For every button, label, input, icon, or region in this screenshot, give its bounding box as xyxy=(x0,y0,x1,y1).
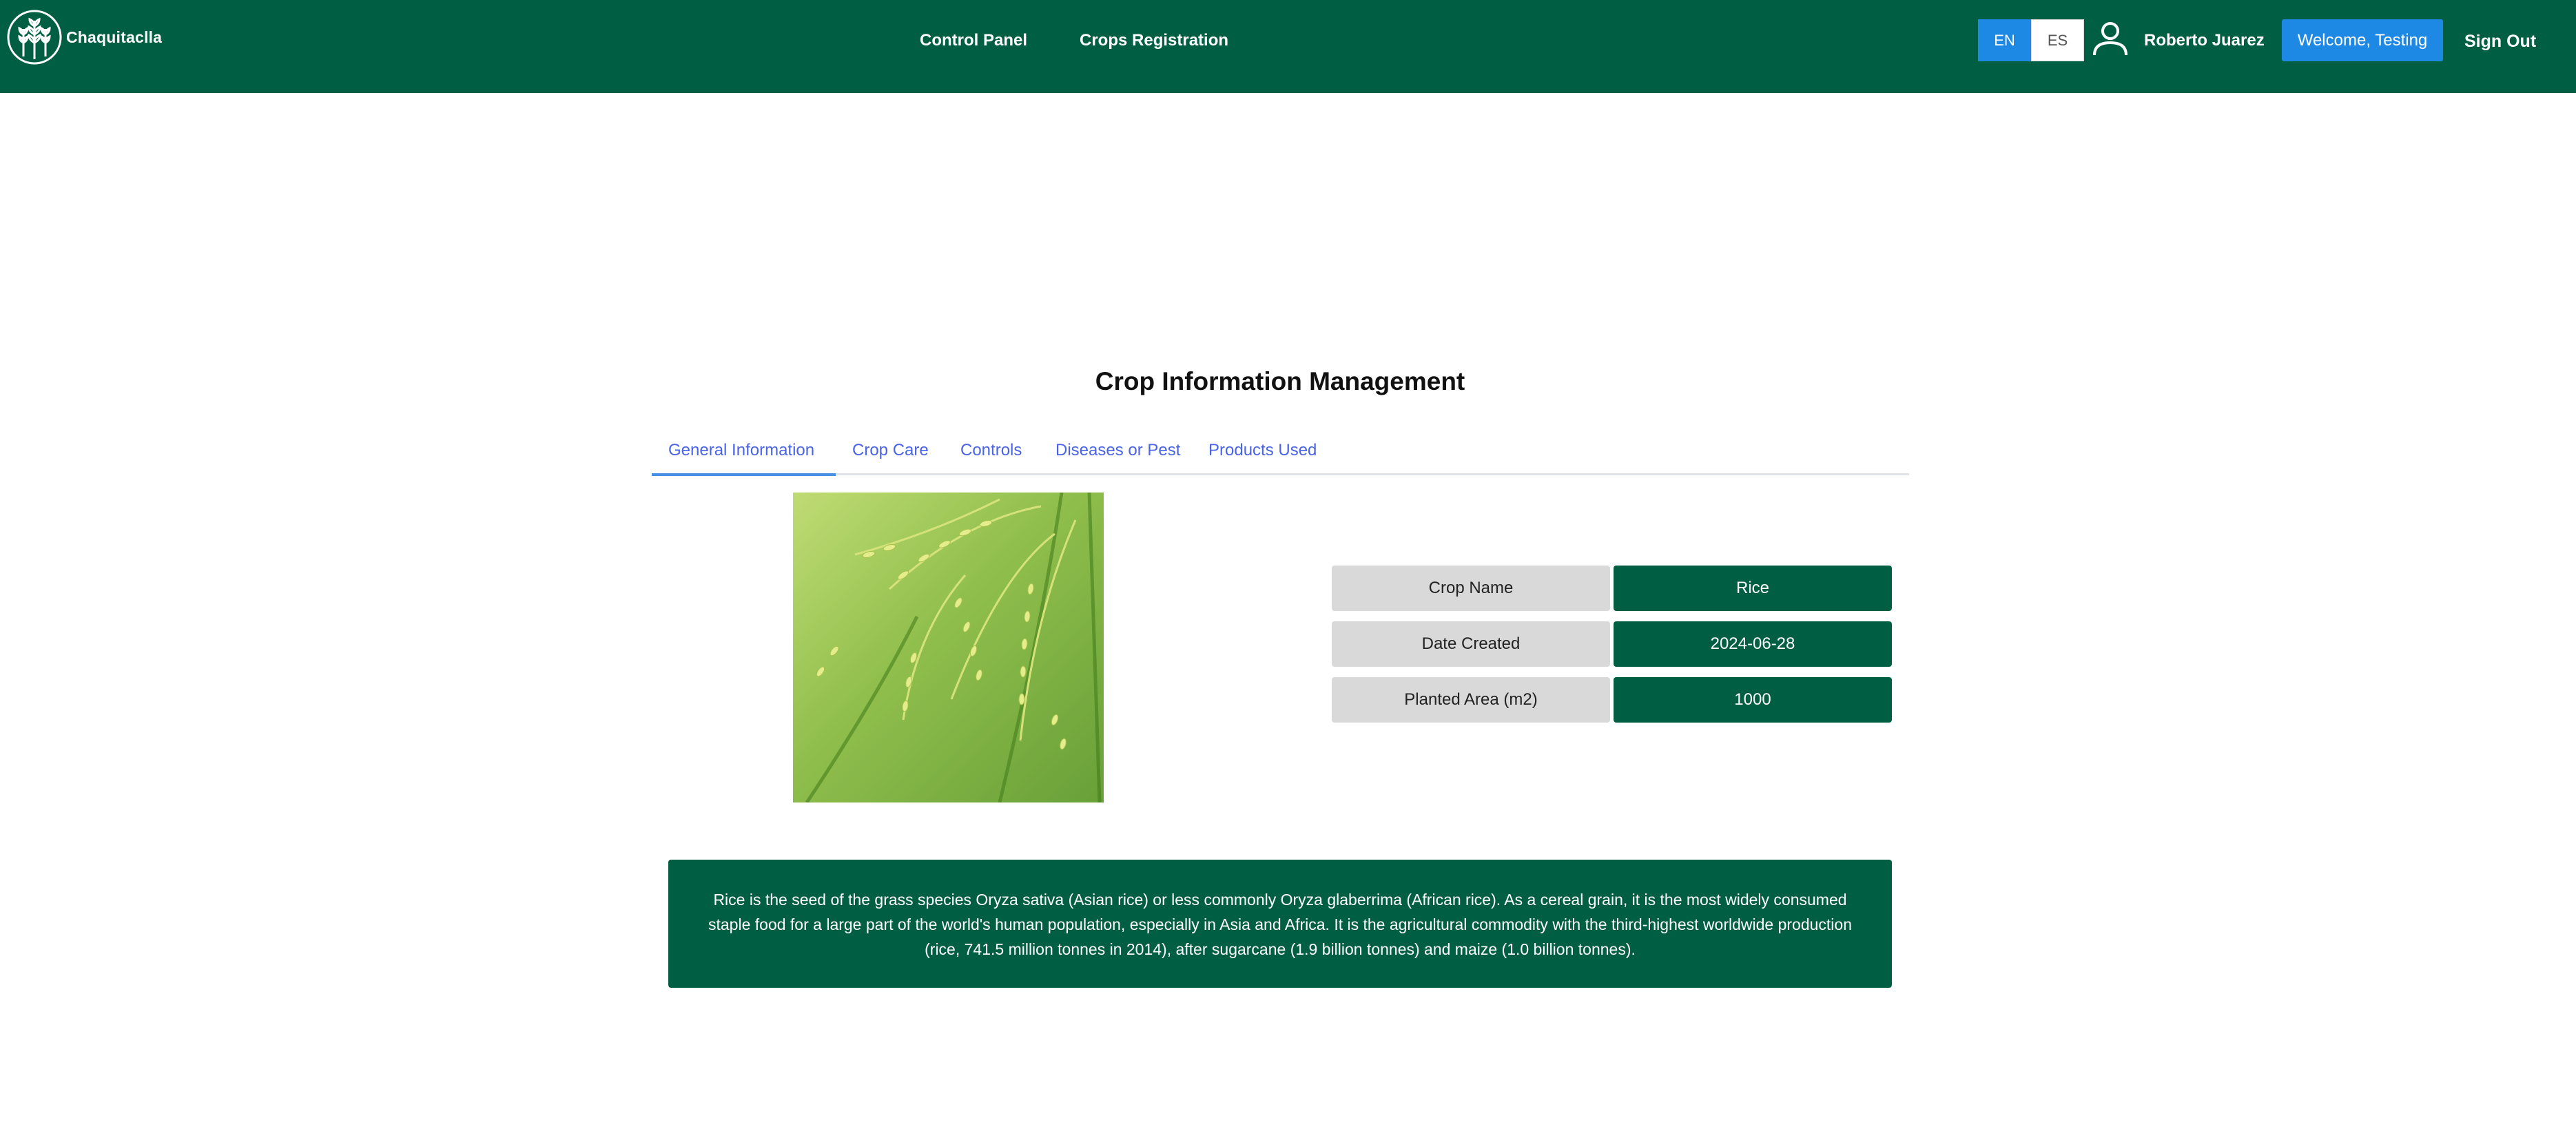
wheat-logo-icon xyxy=(6,8,63,66)
nav-control-panel[interactable]: Control Panel xyxy=(920,0,1027,81)
crop-name-value: Rice xyxy=(1614,566,1892,611)
sign-out-button[interactable]: Sign Out xyxy=(2464,0,2536,83)
lang-en-button[interactable]: EN xyxy=(1978,19,2031,61)
brand-logo[interactable]: Chaquitaclla xyxy=(6,8,162,66)
planted-area-label: Planted Area (m2) xyxy=(1332,677,1610,723)
date-created-value: 2024-06-28 xyxy=(1614,621,1892,667)
planted-area-value: 1000 xyxy=(1614,677,1892,723)
crop-image xyxy=(793,493,1104,802)
date-created-row: Date Created 2024-06-28 xyxy=(1332,621,1892,667)
planted-area-row: Planted Area (m2) 1000 xyxy=(1332,677,1892,723)
crop-name-row: Crop Name Rice xyxy=(1332,566,1892,611)
lang-es-button[interactable]: ES xyxy=(2031,19,2084,61)
welcome-button[interactable]: Welcome, Testing xyxy=(2282,19,2443,61)
page-title: Crop Information Management xyxy=(1095,367,1465,395)
tab-controls[interactable]: Controls xyxy=(960,427,1022,473)
date-created-label: Date Created xyxy=(1332,621,1610,667)
tab-products-used[interactable]: Products Used xyxy=(1208,427,1317,473)
crop-info-tabs: General Information Crop Care Controls D… xyxy=(652,427,1909,476)
tab-crop-care[interactable]: Crop Care xyxy=(852,427,929,473)
top-navbar: Chaquitaclla Control Panel Crops Registr… xyxy=(0,0,2576,93)
user-icon[interactable] xyxy=(2090,21,2130,56)
brand-name: Chaquitaclla xyxy=(66,28,163,46)
crop-name-label: Crop Name xyxy=(1332,566,1610,611)
tab-diseases-or-pest[interactable]: Diseases or Pest xyxy=(1055,427,1180,473)
crop-description: Rice is the seed of the grass species Or… xyxy=(668,860,1892,988)
language-switcher: EN ES xyxy=(1978,19,2084,61)
user-name: Roberto Juarez xyxy=(2144,31,2265,50)
nav-crops-registration[interactable]: Crops Registration xyxy=(1080,0,1228,81)
tab-general-information[interactable]: General Information xyxy=(652,427,836,476)
